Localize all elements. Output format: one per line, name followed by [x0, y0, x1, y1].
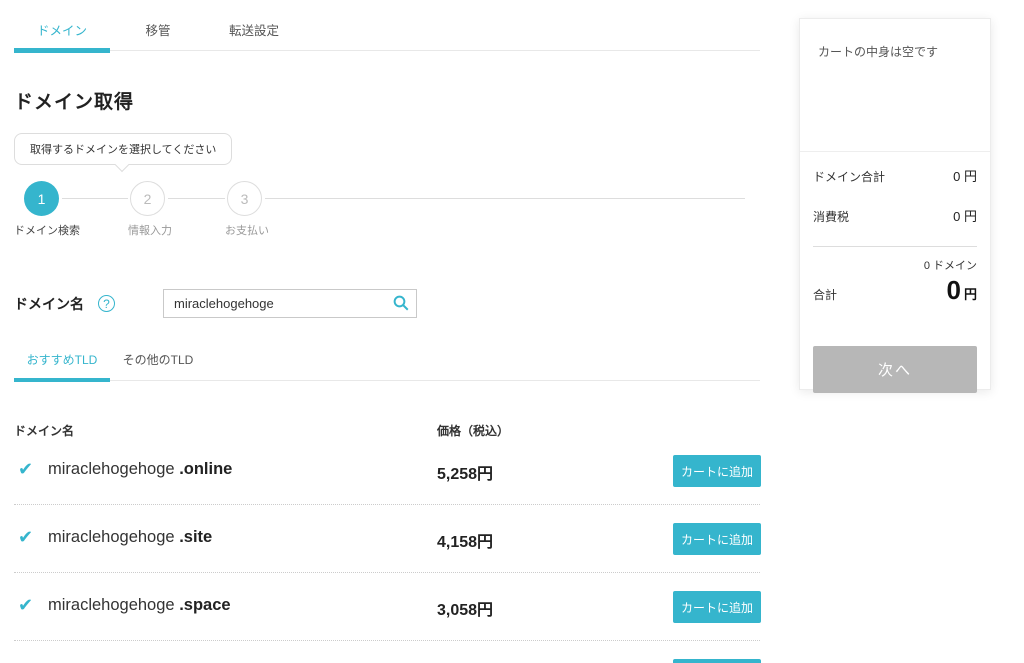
domain-name-label: ドメイン名 — [14, 295, 84, 312]
domain-name: miraclehogehoge .space — [48, 596, 231, 615]
table-row: ✔ miraclehogehoge .online 5,258円 カートに追加 — [14, 437, 761, 505]
tab-forward-settings[interactable]: 転送設定 — [206, 20, 302, 50]
tax-label: 消費税 — [813, 210, 850, 224]
domain-search-input[interactable] — [163, 289, 417, 318]
step-line-1 — [62, 198, 128, 199]
cart-panel: カートの中身は空です ドメイン合計 0 円 消費税 0 円 0 ドメイン 合計 … — [799, 18, 991, 393]
tax-value: 0 円 — [953, 209, 977, 224]
next-button[interactable]: 次へ — [813, 346, 977, 393]
domain-purchase-page: ドメイン 移管 転送設定 ドメイン取得 取得するドメインを選択してください 1 … — [0, 0, 1024, 663]
domain-price: 3,058円 — [437, 602, 494, 619]
tab-transfer[interactable]: 移管 — [110, 20, 206, 50]
grand-total-row: 合計 0円 — [813, 275, 977, 306]
tab-recommended-tld[interactable]: おすすめTLD — [14, 351, 110, 382]
domain-search-row: ドメイン名 ? — [14, 289, 762, 318]
check-icon: ✔ — [18, 595, 34, 615]
step-3-label: お支払い — [225, 225, 269, 237]
tax-row: 消費税 0 円 — [813, 206, 977, 225]
step-line-3 — [265, 198, 745, 199]
domain-tld: .online — [179, 460, 233, 478]
grand-total-value: 0 — [946, 275, 961, 305]
domain-count: 0 ドメイン — [923, 260, 977, 272]
domain-total-row: ドメイン合計 0 円 — [813, 166, 977, 185]
tld-tab-bar: おすすめTLD その他のTLD — [14, 351, 760, 382]
domain-tld: .site — [179, 528, 213, 546]
help-icon[interactable]: ? — [98, 295, 115, 312]
table-row: ✔ miraclehogehoge .space 3,058円 カートに追加 — [14, 573, 761, 641]
grand-total-value-group: 0円 — [947, 275, 977, 306]
check-icon: ✔ — [18, 459, 34, 479]
selection-tooltip: 取得するドメインを選択してください — [14, 133, 233, 173]
domain-price: 5,258円 — [437, 466, 494, 483]
tooltip-text: 取得するドメインを選択してください — [30, 144, 217, 156]
main-content: ドメイン 移管 転送設定 ドメイン取得 取得するドメインを選択してください 1 … — [0, 0, 762, 663]
domain-name: miraclehogehoge .site — [48, 528, 212, 547]
step-3-circle: 3 — [227, 181, 262, 216]
cart-empty-message: カートの中身は空です — [818, 45, 939, 59]
table-row: ✔ miraclehogehoge .site 4,158円 カートに追加 — [14, 505, 761, 573]
add-to-cart-button[interactable]: カートに追加 — [673, 455, 761, 487]
step-2-circle: 2 — [130, 181, 165, 216]
domain-total-value: 0 円 — [953, 169, 977, 184]
add-to-cart-button[interactable]: カートに追加 — [673, 523, 761, 555]
column-domain-name: ドメイン名 — [14, 424, 75, 438]
search-box — [163, 289, 417, 318]
progress-stepper: 1 2 3 ドメイン検索 情報入力 お支払い — [14, 181, 762, 237]
step-line-2 — [168, 198, 225, 199]
table-row: ✔ miraclehogehoge .tech 5,258円 カートに追加 — [14, 641, 761, 663]
add-to-cart-button[interactable]: カートに追加 — [673, 591, 761, 623]
grand-total-unit: 円 — [963, 287, 977, 302]
domain-name: miraclehogehoge .online — [48, 460, 232, 479]
domain-tld: .space — [179, 596, 231, 614]
step-2-label: 情報入力 — [128, 225, 172, 237]
page-title: ドメイン取得 — [14, 92, 135, 113]
check-icon: ✔ — [18, 527, 34, 547]
step-1-circle: 1 — [24, 181, 59, 216]
tooltip-pointer — [114, 157, 130, 173]
search-icon[interactable] — [392, 294, 410, 312]
grand-total-label: 合計 — [813, 288, 838, 302]
tab-domain[interactable]: ドメイン — [14, 20, 110, 53]
domain-sld: miraclehogehoge — [48, 596, 175, 614]
results-table-header: ドメイン名 価格（税込） — [14, 422, 762, 438]
add-to-cart-button[interactable]: カートに追加 — [673, 659, 761, 663]
top-tab-bar: ドメイン 移管 転送設定 — [14, 0, 760, 53]
tab-other-tld[interactable]: その他のTLD — [110, 351, 206, 380]
cart-totals: ドメイン合計 0 円 消費税 0 円 0 ドメイン 合計 0円 次へ — [800, 151, 990, 393]
domain-total-label: ドメイン合計 — [813, 170, 886, 184]
step-1-label: ドメイン検索 — [14, 225, 80, 237]
totals-divider — [813, 246, 977, 247]
domain-price: 4,158円 — [437, 534, 494, 551]
domain-sld: miraclehogehoge — [48, 460, 175, 478]
domain-sld: miraclehogehoge — [48, 528, 175, 546]
